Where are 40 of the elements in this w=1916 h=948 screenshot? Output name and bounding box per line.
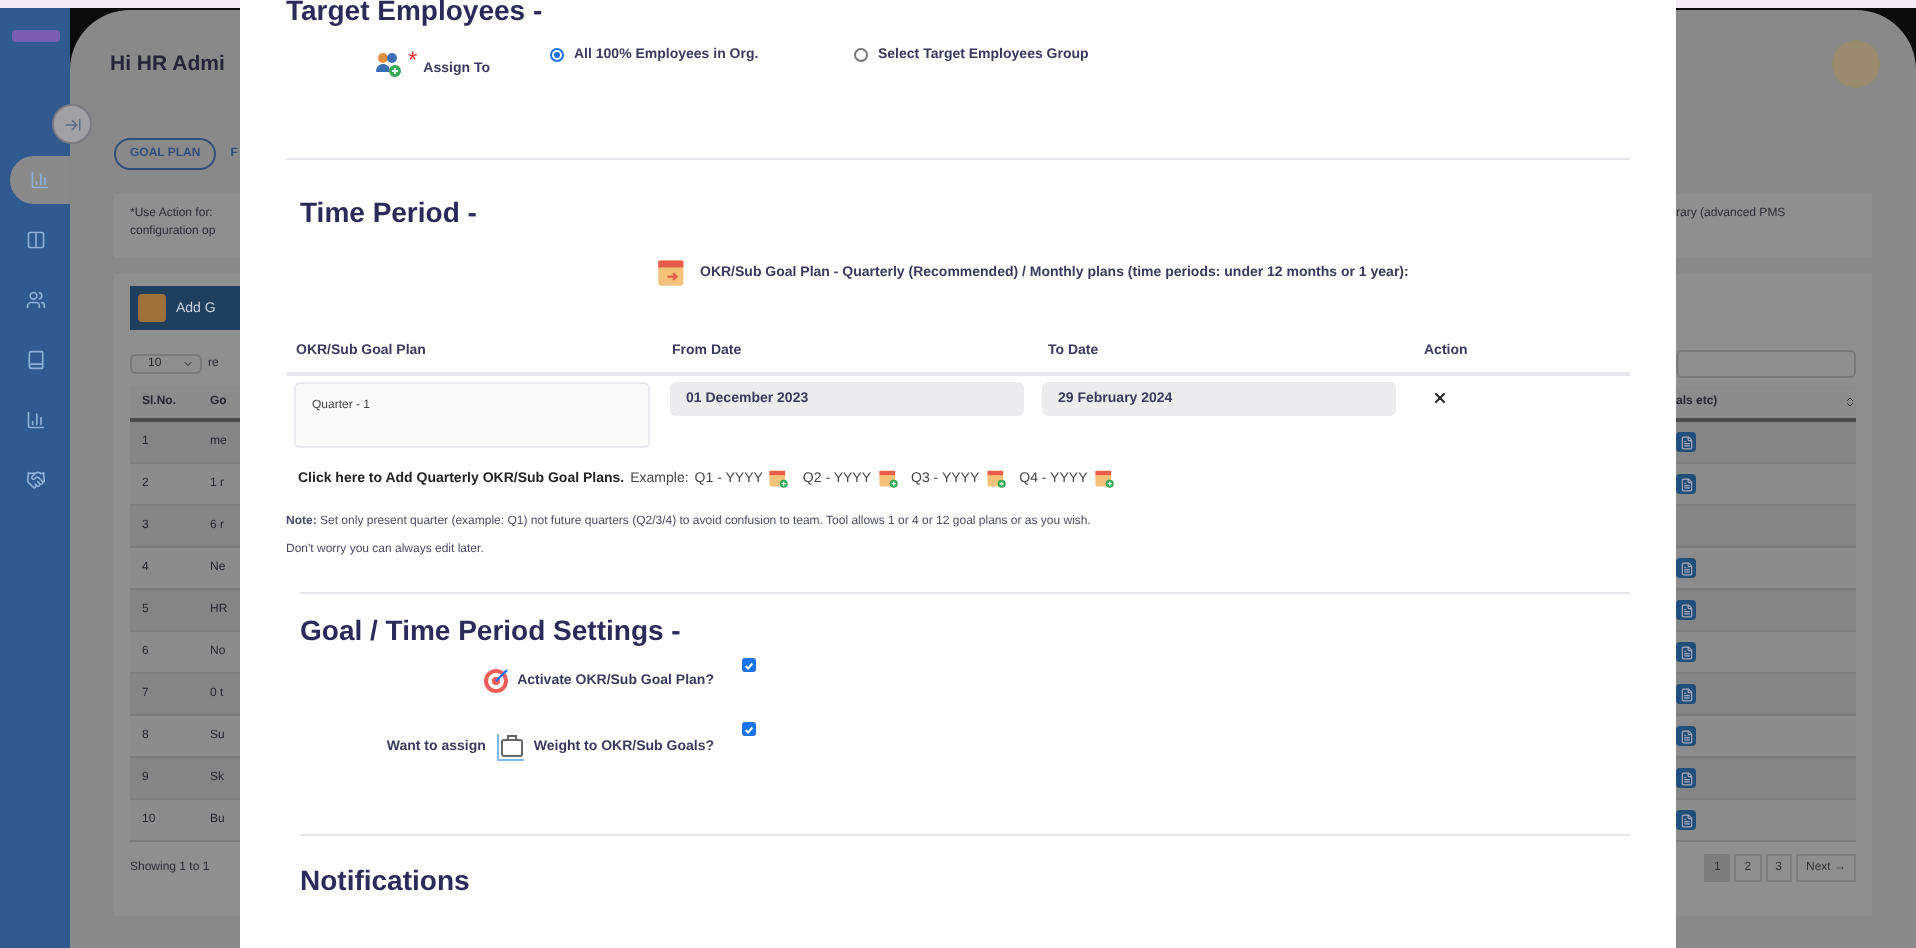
document-button[interactable] [1676, 432, 1696, 452]
search-field[interactable] [1676, 350, 1856, 378]
calendar-add-icon[interactable] [1093, 468, 1114, 488]
radio-button[interactable] [854, 48, 868, 62]
document-button[interactable] [1676, 768, 1696, 788]
weight-icon [493, 730, 526, 762]
people-add-icon [374, 50, 402, 78]
remove-icon[interactable] [1432, 390, 1448, 406]
sidebar-item[interactable] [10, 156, 70, 204]
calendar-add-icon[interactable] [985, 468, 1006, 488]
section-title: Notifications [298, 864, 472, 896]
sidebar-icon [25, 290, 45, 310]
sidebar-icon [25, 350, 45, 370]
expand-icon [63, 115, 81, 133]
checkbox[interactable] [742, 658, 756, 672]
calendar-add-icon[interactable] [768, 468, 789, 488]
calendar-add-icon[interactable] [877, 468, 898, 488]
app-logo [11, 30, 59, 42]
document-button[interactable] [1676, 810, 1696, 830]
section-title: Goal / Time Period Settings - [298, 614, 683, 646]
document-button[interactable] [1676, 642, 1696, 662]
radio-button[interactable] [550, 48, 564, 62]
checkbox[interactable] [742, 722, 756, 736]
sidebar-icon [25, 410, 45, 430]
calendar-icon [656, 256, 688, 288]
document-button[interactable] [1676, 726, 1696, 746]
chevron-down-icon [182, 358, 194, 370]
target-icon [481, 666, 510, 694]
section-title: Time Period - [298, 196, 479, 228]
required-mark: * [408, 50, 418, 70]
sidebar-icon [25, 470, 45, 490]
document-button[interactable] [1676, 558, 1696, 578]
box-icon [138, 294, 166, 322]
document-button[interactable] [1676, 684, 1696, 704]
sidebar-icon [25, 230, 45, 250]
document-button[interactable] [1676, 600, 1696, 620]
document-button[interactable] [1676, 474, 1696, 494]
greeting-title: Hi HR Admi [110, 52, 225, 76]
section-title: Target Employees - [286, 0, 545, 26]
sidebar-icon [30, 170, 50, 190]
